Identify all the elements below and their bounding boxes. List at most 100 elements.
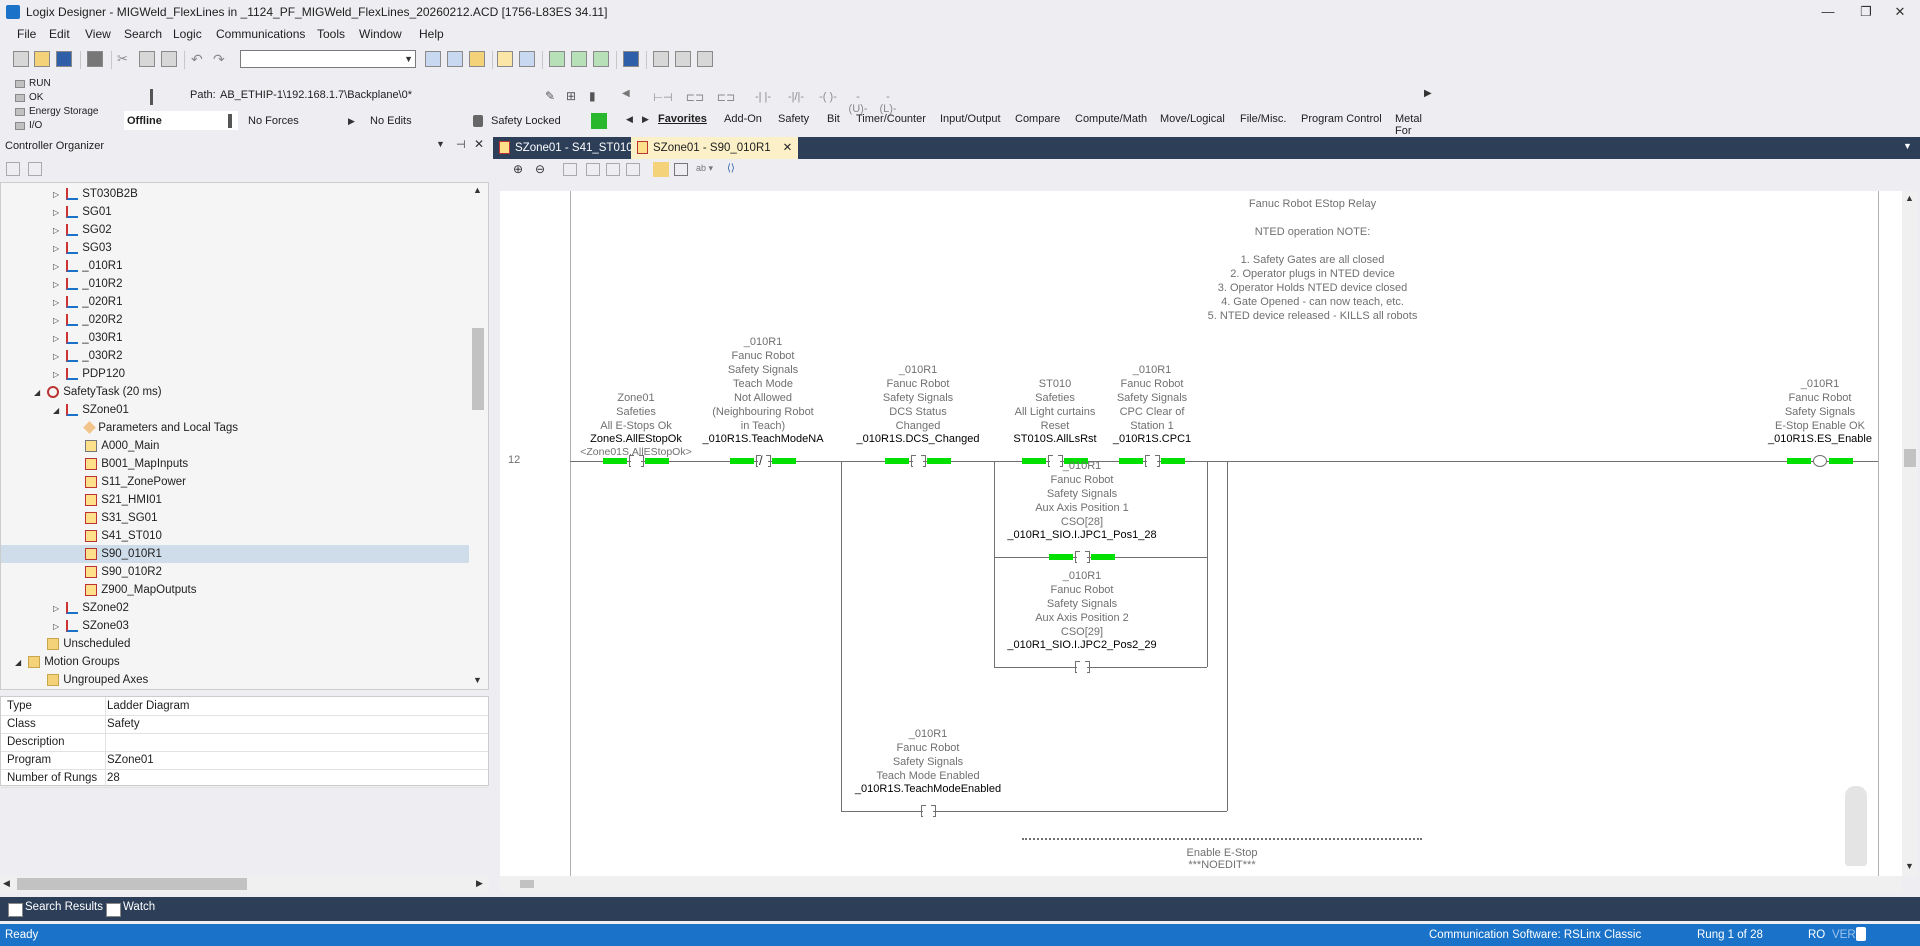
organizer-menu-icon[interactable]: ▼ <box>436 139 445 149</box>
path-value[interactable]: AB_ETHIP-1\192.168.1.7\Backplane\0* <box>220 89 412 101</box>
expander-icon[interactable]: ▷ <box>53 600 63 618</box>
path-select-icon[interactable]: ✎ <box>545 89 561 105</box>
tree-item[interactable]: ▷ _010R1 <box>1 257 469 275</box>
tab-s90-010r1[interactable]: SZone01 - S90_010R1 ✕ <box>631 137 799 159</box>
collapse-all-icon[interactable] <box>6 162 20 176</box>
tree-item[interactable]: S21_HMI01 <box>1 491 469 509</box>
scroll-up-icon[interactable]: ▲ <box>1905 193 1914 203</box>
tab-timer-counter[interactable]: Timer/Counter <box>856 113 926 125</box>
tab-scroll-right-icon[interactable]: ▶ <box>642 114 649 125</box>
tab-compare[interactable]: Compare <box>1015 113 1060 125</box>
forces-arrow-icon[interactable]: ▶ <box>348 116 355 127</box>
verify-icon[interactable] <box>549 51 565 67</box>
tree-scrollbar[interactable]: ▲ ▼ <box>470 185 486 687</box>
hscroll-thumb[interactable] <box>520 880 534 888</box>
organizer-hscroll[interactable]: ◀ ▶ <box>0 876 489 892</box>
tree-item[interactable]: Z900_MapOutputs <box>1 581 469 599</box>
xic-icon[interactable]: -| |- <box>753 91 773 107</box>
pin-icon[interactable]: ⊣ <box>456 138 466 151</box>
tree-item[interactable]: ▷ SG03 <box>1 239 469 257</box>
controller-icon[interactable]: ▮ <box>589 89 605 105</box>
property-row[interactable]: Description <box>1 733 488 752</box>
tree-item[interactable]: ◢ SafetyTask (20 ms) <box>1 383 469 401</box>
branch-icon[interactable]: ⊏⊐ <box>685 91 705 107</box>
menu-search[interactable]: Search <box>124 27 162 41</box>
hierarchy-icon[interactable] <box>519 51 535 67</box>
tab-program-control[interactable]: Program Control <box>1301 113 1382 125</box>
tree-item[interactable]: ▷ SZone02 <box>1 599 469 617</box>
tab-add-on[interactable]: Add-On <box>724 113 762 125</box>
show-values-icon[interactable] <box>653 162 669 177</box>
contact-tag[interactable]: _010R1_SIO.I.JPC2_Pos2_29 <box>1002 639 1162 651</box>
tree-item[interactable]: ▷ SG01 <box>1 203 469 221</box>
network-icon[interactable]: ⊞ <box>566 89 582 105</box>
tab-list-icon[interactable]: ▼ <box>1903 141 1912 151</box>
scroll-up-icon[interactable]: ▲ <box>473 185 482 195</box>
property-row[interactable]: Program SZone01 <box>1 751 488 770</box>
tree-item[interactable]: ▷ _030R1 <box>1 329 469 347</box>
property-row[interactable]: Type Ladder Diagram <box>1 697 488 716</box>
tree-item[interactable]: ▷ SZone03 <box>1 617 469 635</box>
expander-icon[interactable]: ▷ <box>53 204 63 222</box>
chevron-down-icon[interactable]: ▼ <box>404 51 413 67</box>
tree-item[interactable]: ▷ SG02 <box>1 221 469 239</box>
property-row[interactable]: Number of Rungs 28 <box>1 769 488 788</box>
tree-item[interactable]: S31_SG01 <box>1 509 469 527</box>
tree-item[interactable]: ▷ _030R2 <box>1 347 469 365</box>
find-next-icon[interactable] <box>447 51 463 67</box>
branch-level-icon[interactable]: ⊏⊐ <box>716 91 736 107</box>
tab-file-misc[interactable]: File/Misc. <box>1240 113 1286 125</box>
menu-tools[interactable]: Tools <box>317 27 345 41</box>
menu-help[interactable]: Help <box>419 27 444 41</box>
dataview-icon[interactable] <box>674 163 688 176</box>
new-icon[interactable] <box>13 51 29 67</box>
editor-vscroll[interactable]: ▲ ▼ <box>1902 191 1918 876</box>
tab-search-results[interactable]: Search Results <box>25 901 103 913</box>
mode-dropdown-icon[interactable] <box>228 114 232 128</box>
view-icon-2[interactable] <box>586 163 600 176</box>
scroll-left-icon[interactable]: ◀ <box>3 878 10 889</box>
organizer-close-icon[interactable]: ✕ <box>474 137 484 151</box>
hscroll-thumb[interactable] <box>17 878 247 890</box>
tab-bit[interactable]: Bit <box>827 113 840 125</box>
window-icon-2[interactable] <box>675 51 691 67</box>
expander-icon[interactable]: ▷ <box>53 240 63 258</box>
undo-icon[interactable]: ↶ <box>191 51 207 67</box>
expander-icon[interactable]: ◢ <box>15 654 25 672</box>
expander-icon[interactable]: ▷ <box>53 294 63 312</box>
tab-move-logical[interactable]: Move/Logical <box>1160 113 1225 125</box>
tree-item[interactable]: ◢ SZone01 <box>1 401 469 419</box>
tab-favorites[interactable]: Favorites <box>658 113 707 125</box>
tree-item[interactable]: Unscheduled <box>1 635 469 653</box>
vscroll-thumb[interactable] <box>1904 449 1916 467</box>
contact-tag[interactable]: _010R1S.TeachModeNA <box>683 433 843 445</box>
tab-safety[interactable]: Safety <box>778 113 809 125</box>
window-icon-3[interactable] <box>697 51 713 67</box>
menu-view[interactable]: View <box>85 27 111 41</box>
tab-metal-form[interactable]: Metal For <box>1395 113 1439 137</box>
tree-item[interactable]: Ungrouped Axes <box>1 671 469 689</box>
tree-item[interactable]: ▷ _020R2 <box>1 311 469 329</box>
expander-icon[interactable]: ▷ <box>53 618 63 636</box>
paste-icon[interactable] <box>161 51 177 67</box>
expand-all-icon[interactable] <box>28 162 42 176</box>
open-icon[interactable] <box>34 51 50 67</box>
view-icon-4[interactable] <box>626 163 640 176</box>
tab-watch[interactable]: Watch <box>123 901 155 913</box>
verify-controller-icon[interactable] <box>571 51 587 67</box>
tree-item[interactable]: Parameters and Local Tags <box>1 419 469 437</box>
cut-icon[interactable]: ✂ <box>117 51 133 67</box>
property-row[interactable]: Class Safety <box>1 715 488 734</box>
save-icon[interactable] <box>56 51 72 67</box>
tree-item[interactable]: A000_Main <box>1 437 469 455</box>
expander-icon[interactable]: ▷ <box>53 276 63 294</box>
ladder-editor[interactable]: Fanuc Robot EStop Relay NTED operation N… <box>500 191 1902 876</box>
expander-icon[interactable]: ◢ <box>53 402 63 420</box>
tab-compute-math[interactable]: Compute/Math <box>1075 113 1147 125</box>
window-icon-1[interactable] <box>653 51 669 67</box>
find-icon[interactable] <box>425 51 441 67</box>
zoom-out-icon[interactable]: ⊖ <box>535 162 545 176</box>
instr-scroll-right-icon[interactable]: ▶ <box>1424 88 1432 99</box>
expander-icon[interactable]: ▷ <box>53 258 63 276</box>
expander-icon[interactable]: ◢ <box>34 384 44 402</box>
